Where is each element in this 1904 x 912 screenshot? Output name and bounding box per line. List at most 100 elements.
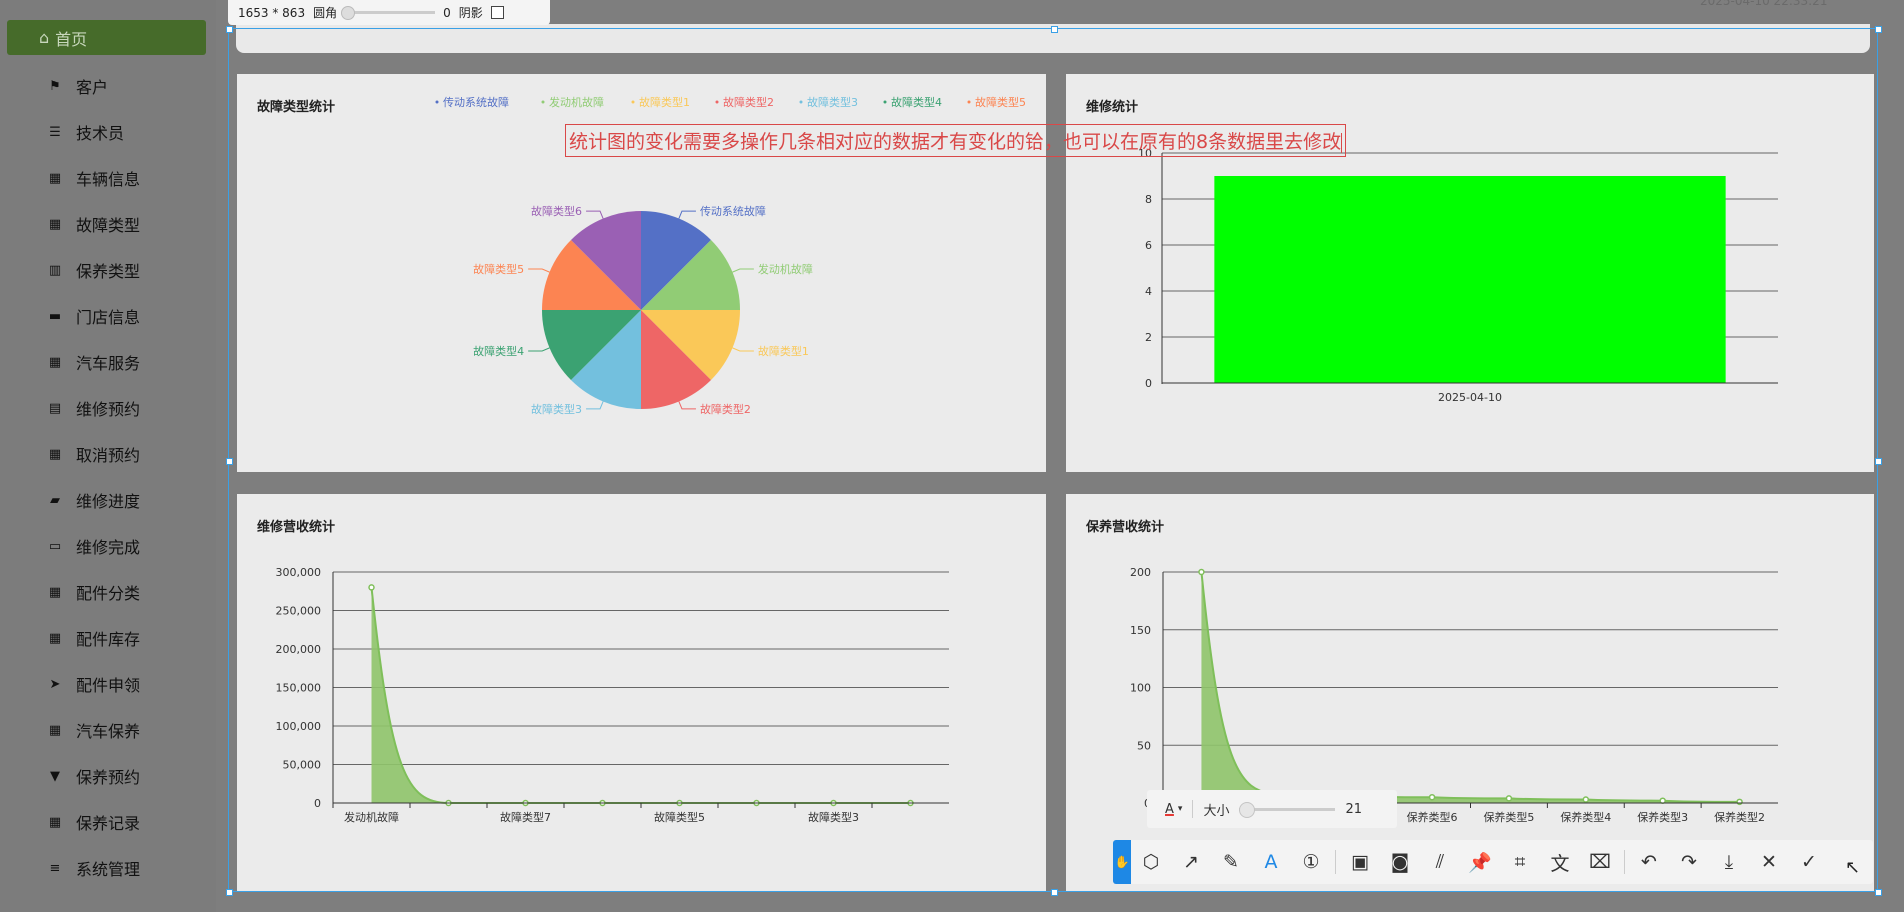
capture-size-text: 1653 * 863 bbox=[238, 5, 306, 20]
sidebar-item[interactable]: ▦ 汽车服务 bbox=[0, 339, 216, 385]
legend-dot bbox=[541, 100, 545, 104]
sidebar-item-label: 技术员 bbox=[76, 124, 125, 143]
home-icon: ⌂ bbox=[39, 28, 50, 47]
pie-label-line bbox=[528, 347, 550, 352]
mouse-cursor-icon: ↖ bbox=[1845, 857, 1861, 878]
sidebar-item-label: 取消预约 bbox=[76, 446, 141, 465]
grid-icon: ▦ bbox=[48, 354, 62, 370]
sidebar-item[interactable]: ▦ 保养记录 bbox=[0, 799, 216, 845]
text-options-toolbar: A ▾ 大小 21 bbox=[1147, 790, 1397, 828]
resize-handle-tl[interactable] bbox=[226, 26, 233, 33]
sidebar-item[interactable]: ▭ 维修完成 bbox=[0, 523, 216, 569]
close-icon[interactable]: ✕ bbox=[1749, 840, 1789, 884]
download-icon[interactable]: ⤓ bbox=[1709, 840, 1749, 884]
sidebar-item[interactable]: ▰ 维修进度 bbox=[0, 477, 216, 523]
data-point bbox=[1505, 795, 1513, 802]
data-point bbox=[1428, 793, 1436, 801]
ticket-icon: ▬ bbox=[48, 308, 62, 324]
legend-entry: 故障类型3 bbox=[807, 95, 858, 109]
pin-icon[interactable]: 📌 bbox=[1460, 840, 1500, 884]
y-tick-label: 50,000 bbox=[283, 759, 322, 772]
data-point bbox=[1736, 798, 1743, 806]
y-tick-label: 100 bbox=[1130, 682, 1151, 695]
y-tick-label: 150,000 bbox=[276, 682, 322, 695]
confirm-icon[interactable]: ✓ bbox=[1789, 840, 1829, 884]
sidebar-item[interactable]: ≡ 系统管理 bbox=[0, 845, 216, 891]
sidebar-item[interactable]: ➤ 配件申领 bbox=[0, 661, 216, 707]
x-tick-label: 保养类型2 bbox=[1714, 810, 1765, 824]
pie-label: 传动系统故障 bbox=[700, 204, 766, 218]
resize-handle-l[interactable] bbox=[226, 458, 233, 465]
size-value: 21 bbox=[1345, 801, 1362, 817]
sidebar-item-label: 配件申领 bbox=[76, 676, 141, 695]
sidebar-item[interactable]: ▦ 配件分类 bbox=[0, 569, 216, 615]
sidebar-item[interactable]: ▦ 取消预约 bbox=[0, 431, 216, 477]
x-tick-label: 发动机故障 bbox=[344, 810, 399, 824]
sidebar-menu: ⚑ 客户 ☰ 技术员 ▦ 车辆信息 ▦ 故障类型 ▥ 保养类型 ▬ 门店信息 ▦ 汽车服务 ▤ 维修预约 ▦ 取消… bbox=[0, 63, 216, 891]
resize-handle-r[interactable] bbox=[1875, 458, 1882, 465]
sidebar-item[interactable]: ☰ 技术员 bbox=[0, 109, 216, 155]
book-icon: ▥ bbox=[48, 262, 62, 278]
ocr-icon[interactable]: ⌗ bbox=[1500, 840, 1540, 884]
grid-icon: ▦ bbox=[48, 170, 62, 186]
resize-handle-b[interactable] bbox=[1051, 889, 1058, 896]
y-tick-label: 250,000 bbox=[276, 605, 322, 618]
arrow-icon[interactable]: ↗ bbox=[1171, 840, 1211, 884]
shape-icon[interactable]: ⬡ bbox=[1131, 840, 1171, 884]
annotation-textbox[interactable]: 统计图的变化需要多操作几条相对应的数据才有变化的铪，也可以在原有的8条数据里去修… bbox=[565, 124, 1347, 157]
sidebar-item[interactable]: ▦ 故障类型 bbox=[0, 201, 216, 247]
sidebar-item-home[interactable]: ⌂ 首页 bbox=[7, 20, 206, 55]
bar bbox=[1214, 176, 1726, 383]
sidebar-item-label: 配件库存 bbox=[76, 630, 141, 649]
pin-tool-icon[interactable]: ✋ bbox=[1113, 840, 1131, 884]
capture-info-bar: 1653 * 863 圆角 0 阴影 bbox=[228, 0, 550, 25]
data-point bbox=[1198, 568, 1205, 576]
radius-value: 0 bbox=[443, 5, 451, 20]
x-tick-label: 保养类型3 bbox=[1637, 810, 1688, 824]
annotation-text: 统计图的变化需要多操作几条相对应的数据才有变化的铪，也可以在原有的8条数据里去修… bbox=[569, 131, 1342, 153]
pen-icon[interactable]: ✎ bbox=[1211, 840, 1251, 884]
text-color-picker[interactable]: A ▾ bbox=[1165, 802, 1182, 817]
resize-handle-t[interactable] bbox=[1051, 26, 1058, 33]
series-line bbox=[1200, 571, 1740, 803]
pie-label: 故障类型4 bbox=[473, 344, 524, 358]
sidebar-item[interactable]: ▤ 维修预约 bbox=[0, 385, 216, 431]
redo-icon[interactable]: ↷ bbox=[1669, 840, 1709, 884]
undo-icon[interactable]: ↶ bbox=[1629, 840, 1669, 884]
shadow-label: 阴影 bbox=[458, 6, 483, 20]
blur-icon[interactable]: ◙ bbox=[1380, 840, 1420, 884]
number-icon[interactable]: ① bbox=[1291, 840, 1331, 884]
size-slider[interactable] bbox=[1239, 801, 1336, 818]
apps-icon: ▦ bbox=[48, 722, 62, 738]
pie-label: 故障类型2 bbox=[700, 402, 751, 416]
pie-label: 发动机故障 bbox=[758, 262, 813, 276]
sidebar-item-label: 汽车保养 bbox=[76, 722, 141, 741]
sidebar-item[interactable]: ▦ 配件库存 bbox=[0, 615, 216, 661]
sidebar-item[interactable]: ▼ 保养预约 bbox=[0, 753, 216, 799]
grid-icon: ▦ bbox=[48, 446, 62, 462]
resize-handle-tr[interactable] bbox=[1875, 26, 1882, 33]
sidebar: ⌂ 首页 ⚑ 客户 ☰ 技术员 ▦ 车辆信息 ▦ 故障类型 ▥ 保养类型 ▬ 门店信息 ▦ 汽车服务 ▤ 维修… bbox=[0, 0, 216, 912]
pie-label: 故障类型5 bbox=[473, 262, 524, 276]
shadow-checkbox[interactable] bbox=[490, 6, 504, 19]
text-detect-icon[interactable]: ⌧ bbox=[1580, 840, 1620, 884]
y-tick-label: 0 bbox=[1145, 377, 1152, 390]
trophy-icon: ▼ bbox=[50, 768, 60, 784]
sliders-icon: ☰ bbox=[49, 124, 61, 140]
radius-slider[interactable] bbox=[341, 6, 436, 20]
sidebar-item[interactable]: ▦ 汽车保养 bbox=[0, 707, 216, 753]
resize-handle-br[interactable] bbox=[1875, 889, 1882, 896]
repair-revenue-card: 维修营收统计 0 50,000 100,000 150,000 200,000 250,0… bbox=[237, 494, 1046, 892]
sidebar-item[interactable]: ▬ 门店信息 bbox=[0, 293, 216, 339]
sidebar-item[interactable]: ▦ 车辆信息 bbox=[0, 155, 216, 201]
hatch-icon[interactable]: ⫽ bbox=[1420, 840, 1460, 884]
pie-label-line bbox=[732, 347, 754, 352]
sidebar-item[interactable]: ⚑ 客户 bbox=[0, 63, 216, 109]
sidebar-item[interactable]: ▥ 保养类型 bbox=[0, 247, 216, 293]
resize-handle-bl[interactable] bbox=[226, 889, 233, 896]
translate-icon[interactable]: 文 bbox=[1540, 840, 1580, 884]
text-icon[interactable]: A bbox=[1251, 840, 1291, 884]
mosaic-icon[interactable]: ▣ bbox=[1340, 840, 1380, 884]
pie-label-line bbox=[528, 268, 550, 273]
pie-label-line bbox=[586, 401, 604, 410]
